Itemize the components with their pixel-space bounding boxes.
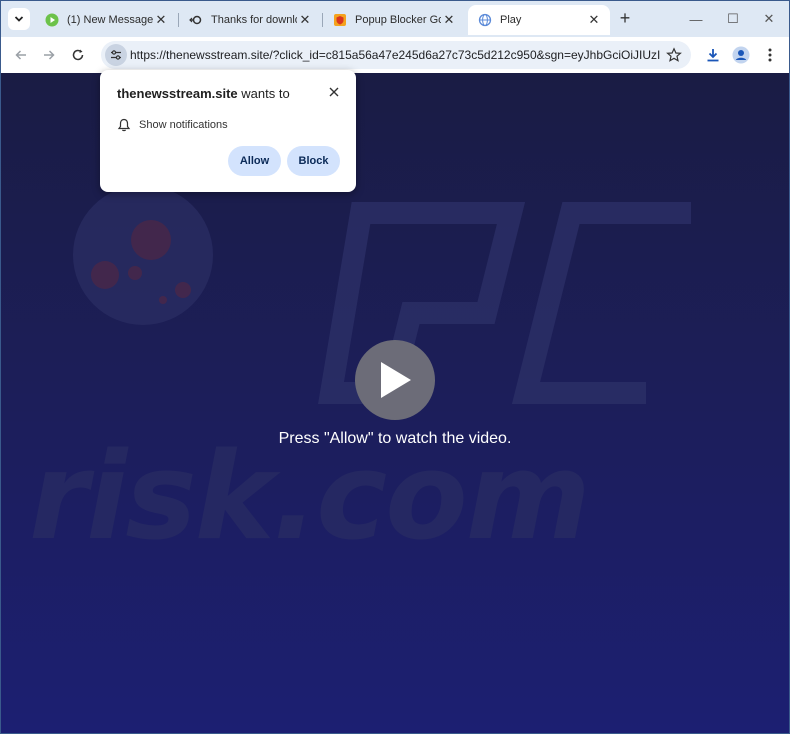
permission-label: Show notifications	[139, 119, 228, 131]
kebab-menu-icon	[768, 48, 772, 62]
tab-popup-blocker[interactable]: Popup Blocker Gold ✕	[323, 5, 465, 35]
profile-button[interactable]	[731, 45, 751, 65]
toolbar: https://thenewsstream.site/?click_id=c81…	[1, 37, 789, 73]
bell-icon	[117, 118, 131, 132]
prompt-close-button[interactable]	[327, 85, 341, 99]
tab-thanks[interactable]: Thanks for downloading ✕	[179, 5, 321, 35]
tab-title: Play	[500, 14, 522, 26]
maximize-button[interactable]: ☐	[724, 10, 742, 28]
back-arrow-icon	[15, 50, 26, 60]
downloads-button[interactable]	[703, 45, 723, 65]
play-icon	[381, 362, 411, 398]
browser-window: (1) New Message! ✕ Thanks for downloadin…	[0, 0, 790, 734]
allow-button[interactable]: Allow	[228, 146, 281, 176]
tab-title: Thanks for downloading	[211, 14, 297, 26]
forward-button[interactable]	[39, 45, 59, 65]
link-icon	[189, 13, 203, 27]
tab-play[interactable]: Play ✕	[468, 5, 610, 35]
block-button[interactable]: Block	[287, 146, 340, 176]
shield-icon	[333, 13, 347, 27]
tab-strip: (1) New Message! ✕ Thanks for downloadin…	[1, 1, 789, 37]
globe-icon	[478, 13, 492, 27]
watermark-magnifier-logo	[73, 185, 213, 325]
tune-icon	[111, 50, 121, 60]
tab-close-icon[interactable]: ✕	[153, 12, 169, 28]
prompt-wants-to: wants to	[237, 86, 290, 101]
close-icon	[329, 87, 339, 97]
menu-button[interactable]	[760, 45, 780, 65]
chevron-down-icon	[14, 16, 24, 22]
tab-search-button[interactable]	[8, 8, 30, 30]
green-play-icon	[45, 13, 59, 27]
tab-new-message[interactable]: (1) New Message! ✕	[35, 5, 177, 35]
notification-permission-prompt: thenewsstream.site wants to Show notific…	[100, 70, 356, 192]
reload-icon	[72, 49, 84, 61]
download-icon	[707, 49, 719, 62]
url-text[interactable]: https://thenewsstream.site/?click_id=c81…	[130, 48, 660, 62]
site-info-button[interactable]	[105, 44, 127, 66]
address-bar[interactable]: https://thenewsstream.site/?click_id=c81…	[101, 41, 691, 69]
prompt-site-name: thenewsstream.site	[117, 86, 238, 101]
tab-close-icon[interactable]: ✕	[586, 12, 602, 28]
new-tab-button[interactable]: +	[616, 9, 634, 28]
allow-instruction-text: Press "Allow" to watch the video.	[278, 430, 512, 447]
back-button[interactable]	[11, 45, 31, 65]
prompt-title: thenewsstream.site wants to	[117, 86, 290, 101]
profile-avatar-icon	[732, 46, 750, 64]
tab-title: (1) New Message!	[67, 14, 153, 26]
video-play-button[interactable]	[355, 340, 435, 420]
forward-arrow-icon	[44, 50, 55, 60]
minimize-button[interactable]: —	[687, 10, 705, 28]
tab-close-icon[interactable]: ✕	[441, 12, 457, 28]
tab-title: Popup Blocker Gold	[355, 14, 441, 26]
close-window-button[interactable]: ✕	[760, 10, 778, 28]
reload-button[interactable]	[68, 45, 88, 65]
permission-row: Show notifications	[117, 118, 228, 132]
tab-close-icon[interactable]: ✕	[297, 12, 313, 28]
bookmark-star-icon[interactable]	[666, 47, 682, 63]
watermark-text: risk.com	[29, 428, 591, 567]
